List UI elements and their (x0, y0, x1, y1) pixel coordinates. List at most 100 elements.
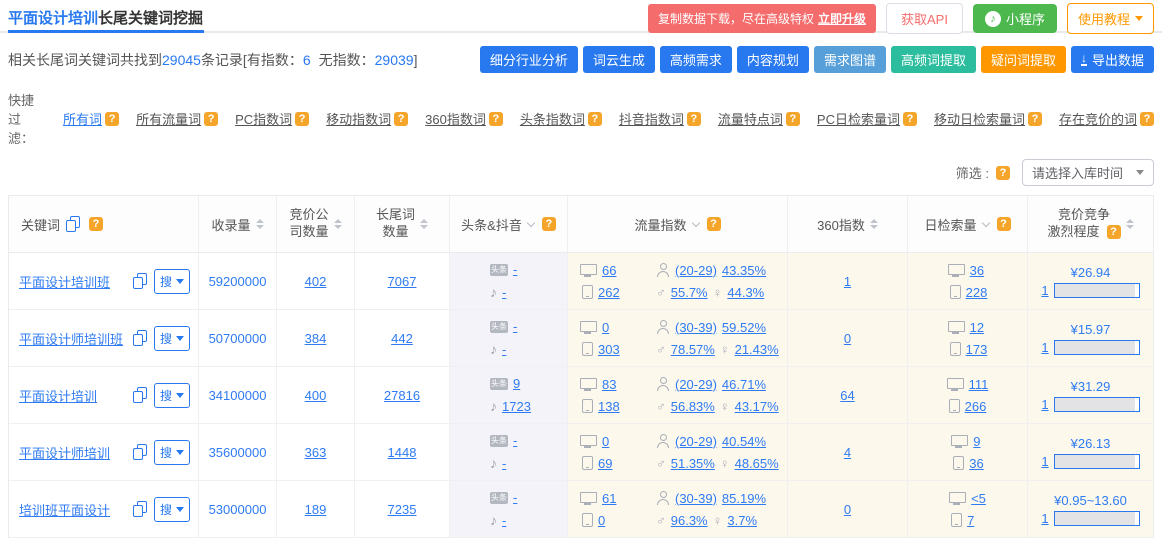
female-percent-link[interactable]: 48.65% (735, 456, 779, 471)
daily-mobile-link[interactable]: 266 (965, 399, 987, 414)
filter-item[interactable]: 所有词 ? (63, 109, 120, 128)
competition-rank-link[interactable]: 1 (1041, 511, 1048, 526)
flow-mobile-value[interactable]: 303 (598, 342, 620, 357)
bidders-link[interactable]: 363 (305, 445, 327, 460)
longtail-link[interactable]: 7067 (388, 274, 417, 289)
age-bracket-link[interactable]: (30-39) (675, 491, 717, 506)
tutorial-button[interactable]: 使用教程 (1066, 3, 1154, 34)
filter-item[interactable]: PC日检索量词 ? (817, 109, 917, 128)
action-button[interactable]: 疑问词提取 (980, 46, 1066, 73)
age-bracket-link[interactable]: (20-29) (675, 377, 717, 392)
sort-icon[interactable] (420, 219, 428, 229)
help-icon[interactable]: ? (785, 111, 800, 126)
filter-link[interactable]: 头条指数词 (520, 109, 585, 128)
filter-item[interactable]: 所有流量词 ? (136, 109, 219, 128)
index360-link[interactable]: 1 (844, 274, 851, 289)
upgrade-banner[interactable]: 复制数据下载，尽在高级特权 立即升级 (647, 4, 876, 33)
filter-item[interactable]: 移动指数词 ? (326, 109, 409, 128)
longtail-link[interactable]: 442 (391, 331, 413, 346)
douyin-value[interactable]: - (502, 342, 506, 357)
daily-pc-link[interactable]: 12 (970, 320, 984, 335)
douyin-value[interactable]: - (502, 285, 506, 300)
competition-rank-link[interactable]: 1 (1041, 340, 1048, 355)
bidders-link[interactable]: 189 (305, 502, 327, 517)
toutiao-value[interactable]: - (513, 319, 517, 334)
chevron-down-icon[interactable] (981, 218, 990, 228)
filter-link[interactable]: 移动日检索量词 (934, 109, 1025, 128)
action-button[interactable]: 内容规划 (736, 46, 809, 73)
flow-pc-value[interactable]: 0 (602, 320, 609, 335)
help-icon[interactable]: ? (89, 217, 104, 231)
flow-pc-value[interactable]: 61 (602, 491, 616, 506)
keyword-link[interactable]: 平面设计培训 (19, 386, 126, 405)
miniprogram-button[interactable]: ♪ 小程序 (972, 4, 1057, 33)
age-percent-link[interactable]: 46.71% (722, 377, 766, 392)
competition-rank-link[interactable]: 1 (1041, 283, 1048, 298)
longtail-link[interactable]: 27816 (384, 388, 420, 403)
search-button[interactable]: 搜 (153, 496, 190, 522)
filter-item[interactable]: 流量特点词 ? (718, 109, 800, 128)
action-button[interactable]: 词云生成 (582, 46, 655, 73)
help-icon[interactable]: ? (902, 111, 917, 126)
help-icon[interactable]: ? (587, 111, 602, 126)
female-percent-link[interactable]: 21.43% (735, 342, 779, 357)
female-percent-link[interactable]: 44.3% (727, 285, 764, 300)
chevron-down-icon[interactable] (691, 218, 700, 228)
longtail-link[interactable]: 1448 (388, 445, 417, 460)
toutiao-value[interactable]: - (513, 433, 517, 448)
flow-mobile-value[interactable]: 0 (598, 513, 605, 528)
douyin-value[interactable]: 1723 (502, 399, 531, 414)
daily-mobile-link[interactable]: 173 (966, 342, 988, 357)
filter-link[interactable]: 移动指数词 (326, 109, 391, 128)
copy-icon[interactable] (132, 273, 147, 289)
help-icon[interactable]: ? (105, 111, 120, 126)
help-icon[interactable]: ? (686, 111, 701, 126)
filter-link[interactable]: PC日检索量词 (817, 109, 900, 128)
male-percent-link[interactable]: 96.3% (671, 513, 708, 528)
filter-item[interactable]: 存在竞价的词 ? (1059, 109, 1154, 128)
help-icon[interactable]: ? (1140, 111, 1154, 126)
age-percent-link[interactable]: 59.52% (722, 320, 766, 335)
bidders-link[interactable]: 384 (305, 331, 327, 346)
chevron-down-icon[interactable] (526, 218, 536, 228)
age-bracket-link[interactable]: (30-39) (675, 320, 717, 335)
filter-item[interactable]: 360指数词 ? (425, 109, 503, 128)
action-button[interactable]: 高频词提取 (890, 46, 976, 73)
action-button[interactable]: 细分行业分析 (479, 46, 578, 73)
flow-mobile-value[interactable]: 69 (598, 456, 612, 471)
male-percent-link[interactable]: 51.35% (671, 456, 715, 471)
age-percent-link[interactable]: 43.35% (722, 263, 766, 278)
action-button[interactable]: 高频需求 (659, 46, 732, 73)
upgrade-link[interactable]: 立即升级 (818, 12, 866, 26)
male-percent-link[interactable]: 78.57% (671, 342, 715, 357)
keyword-link[interactable]: 平面设计培训班 (19, 272, 126, 291)
daily-pc-link[interactable]: <5 (971, 491, 986, 506)
filter-item[interactable]: PC指数词 ? (235, 109, 310, 128)
index360-link[interactable]: 64 (840, 388, 854, 403)
help-icon[interactable]: ? (996, 165, 1010, 180)
keyword-link[interactable]: 平面设计师培训 (19, 443, 126, 462)
help-icon[interactable]: ? (295, 111, 310, 126)
action-button[interactable]: ↓ 导出数据 (1070, 46, 1154, 73)
age-bracket-link[interactable]: (20-29) (675, 434, 717, 449)
copy-icon[interactable] (66, 216, 81, 232)
daily-mobile-link[interactable]: 7 (967, 513, 974, 528)
help-icon[interactable]: ? (1027, 111, 1042, 126)
copy-icon[interactable] (132, 444, 147, 460)
filter-link[interactable]: 所有流量词 (136, 109, 201, 128)
daily-mobile-link[interactable]: 36 (969, 456, 983, 471)
daily-mobile-link[interactable]: 228 (966, 285, 988, 300)
bidders-link[interactable]: 402 (305, 274, 327, 289)
search-button[interactable]: 搜 (153, 382, 190, 408)
get-api-button[interactable]: 获取API (886, 3, 963, 34)
flow-mobile-value[interactable]: 138 (598, 399, 620, 414)
flow-pc-value[interactable]: 0 (602, 434, 609, 449)
help-icon[interactable]: ? (488, 111, 503, 126)
filter-link[interactable]: 360指数词 (425, 109, 486, 128)
sort-icon[interactable] (256, 219, 264, 229)
longtail-link[interactable]: 7235 (388, 502, 417, 517)
female-percent-link[interactable]: 3.7% (727, 513, 757, 528)
keyword-link[interactable]: 培训班平面设计 (19, 500, 126, 519)
filter-item[interactable]: 抖音指数词 ? (619, 109, 701, 128)
flow-mobile-value[interactable]: 262 (598, 285, 620, 300)
